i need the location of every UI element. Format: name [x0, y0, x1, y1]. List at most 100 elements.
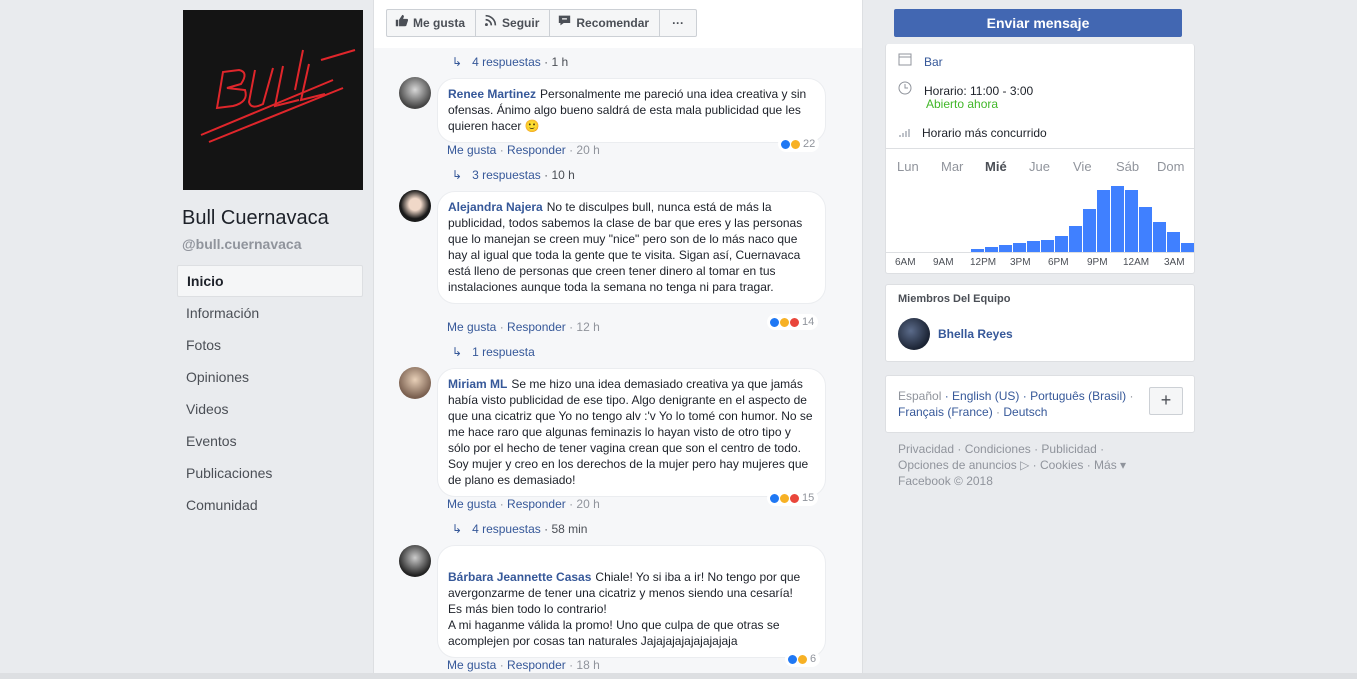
nav-item-eventos[interactable]: Eventos	[177, 425, 363, 457]
bottom-scrollbar	[0, 673, 1357, 679]
chart-bar[interactable]	[1069, 226, 1082, 252]
comment-time[interactable]: 20 h	[576, 143, 599, 157]
chart-bar[interactable]	[1167, 231, 1180, 252]
chart-bar[interactable]	[1083, 208, 1096, 252]
avatar[interactable]	[399, 367, 431, 399]
team-title: Miembros Del Equipo	[898, 293, 1011, 305]
comment-like-link[interactable]: Me gusta	[447, 143, 496, 157]
like-page-button[interactable]: Me gusta	[387, 10, 477, 36]
chart-bar[interactable]	[1125, 190, 1138, 252]
avatar[interactable]	[898, 318, 930, 350]
hours-text: Horario: 11:00 - 3:00	[924, 84, 1034, 98]
hour-tick-label: 12PM	[970, 257, 997, 268]
page-title[interactable]: Bull Cuernavaca	[182, 207, 329, 230]
open-now-status: Abierto ahora	[926, 97, 999, 111]
add-language-button[interactable]: +	[1149, 387, 1183, 415]
replies-count[interactable]: 4 respuestas	[472, 55, 541, 69]
day-tab-mar[interactable]: Mar	[941, 159, 963, 174]
language-link[interactable]: English (US)	[952, 389, 1019, 403]
follow-button[interactable]: Seguir	[476, 10, 551, 36]
more-options-button[interactable]: ···	[660, 10, 696, 36]
comment-like-link[interactable]: Me gusta	[447, 497, 496, 511]
team-member-name[interactable]: Bhella Reyes	[938, 327, 1013, 341]
nav-item-videos[interactable]: Videos	[177, 393, 363, 425]
day-tab-jue[interactable]: Jue	[1029, 159, 1050, 174]
comment-reply-link[interactable]: Responder	[507, 320, 566, 334]
avatar[interactable]	[399, 77, 431, 109]
language-link[interactable]: Français (France)	[898, 405, 993, 419]
day-tab-dom[interactable]: Dom	[1157, 159, 1184, 174]
footer-link[interactable]: Condiciones	[965, 442, 1031, 456]
hour-tick-label: 9PM	[1087, 257, 1108, 268]
comment-author[interactable]: Renee Martinez	[448, 87, 536, 101]
comment-time[interactable]: 12 h	[576, 320, 599, 334]
language-link[interactable]: Português (Brasil)	[1030, 389, 1126, 403]
replies-count[interactable]: 4 respuestas	[472, 522, 541, 536]
page-logo[interactable]	[183, 10, 363, 190]
chart-bar[interactable]	[999, 244, 1012, 252]
comment-author[interactable]: Miriam ML	[448, 377, 507, 391]
comment-time[interactable]: 18 h	[576, 658, 599, 672]
comment-author[interactable]: Alejandra Najera	[448, 200, 543, 214]
reactions-summary[interactable]: 14	[767, 314, 819, 330]
footer-link[interactable]: Privacidad	[898, 442, 954, 456]
comment-reply-link[interactable]: Responder	[507, 143, 566, 157]
avatar[interactable]	[399, 190, 431, 222]
chart-bar[interactable]	[1027, 241, 1040, 252]
replies-count[interactable]: 3 respuestas	[472, 168, 541, 182]
chart-bar[interactable]	[1139, 207, 1152, 252]
nav-item-comunidad[interactable]: Comunidad	[177, 489, 363, 521]
hours-row: Horario: 11:00 - 3:00	[898, 81, 1033, 98]
comment-author[interactable]: Bárbara Jeannette Casas	[448, 570, 591, 584]
chart-bar[interactable]	[1181, 243, 1194, 252]
reaction-count: 15	[802, 492, 815, 504]
chart-bar[interactable]	[1097, 190, 1110, 252]
busiest-label: Horario más concurrido	[922, 126, 1047, 140]
comment-like-link[interactable]: Me gusta	[447, 320, 496, 334]
nav-item-inicio[interactable]: Inicio	[177, 265, 363, 297]
follow-label: Seguir	[502, 16, 540, 30]
comment-time[interactable]: 20 h	[576, 497, 599, 511]
chart-bar[interactable]	[1013, 242, 1026, 252]
nav-item-opiniones[interactable]: Opiniones	[177, 361, 363, 393]
view-replies-link[interactable]: ↳ 3 respuestas · 10 h	[452, 168, 575, 182]
chart-bar[interactable]	[1153, 221, 1166, 252]
reactions-summary[interactable]: 15	[767, 490, 819, 506]
day-tab-lun[interactable]: Lun	[897, 159, 919, 174]
chart-bar[interactable]	[1111, 185, 1124, 252]
replies-count[interactable]: 1 respuesta	[472, 345, 535, 359]
chart-bar[interactable]	[1055, 236, 1068, 252]
page-nav: Inicio Información Fotos Opiniones Video…	[177, 265, 363, 521]
comment-like-link[interactable]: Me gusta	[447, 658, 496, 672]
day-tab-mie[interactable]: Mié	[985, 159, 1007, 174]
nav-item-informacion[interactable]: Información	[177, 297, 363, 329]
chart-bar[interactable]	[1041, 239, 1054, 252]
avatar[interactable]	[399, 545, 431, 577]
comment-reply-link[interactable]: Responder	[507, 658, 566, 672]
view-replies-link[interactable]: ↳ 4 respuestas · 58 min	[452, 522, 587, 536]
footer-link[interactable]: Publicidad	[1041, 442, 1096, 456]
view-replies-link[interactable]: ↳ 4 respuestas · 1 h	[452, 55, 568, 69]
day-tab-sab[interactable]: Sáb	[1116, 159, 1139, 174]
view-replies-link[interactable]: ↳ 1 respuesta	[452, 345, 535, 359]
comment-reply-link[interactable]: Responder	[507, 497, 566, 511]
recommend-button[interactable]: Recomendar	[550, 10, 661, 36]
nav-item-fotos[interactable]: Fotos	[177, 329, 363, 361]
reactions-summary[interactable]: 6	[785, 651, 821, 667]
nav-item-publicaciones[interactable]: Publicaciones	[177, 457, 363, 489]
bar-chart-icon	[898, 125, 912, 140]
comment-meta: Me gusta · Responder · 20 h	[447, 143, 600, 157]
haha-reaction-icon	[790, 138, 801, 150]
reaction-count: 22	[803, 138, 816, 150]
language-list: Français (France) · Deutsch	[898, 405, 1048, 419]
category-link[interactable]: Bar	[924, 55, 943, 69]
footer-link[interactable]: Cookies	[1040, 458, 1083, 472]
send-message-button[interactable]: Enviar mensaje	[894, 9, 1182, 37]
footer-link[interactable]: Opciones de anuncios	[898, 458, 1017, 472]
footer-link[interactable]: Más	[1094, 458, 1117, 472]
comment-bubble: Renee Martinez Personalmente me pareció u…	[437, 78, 826, 143]
day-tab-vie[interactable]: Vie	[1073, 159, 1092, 174]
language-link[interactable]: Deutsch	[1003, 405, 1047, 419]
page-handle[interactable]: @bull.cuernavaca	[182, 236, 301, 252]
reactions-summary[interactable]: 22	[778, 136, 820, 152]
